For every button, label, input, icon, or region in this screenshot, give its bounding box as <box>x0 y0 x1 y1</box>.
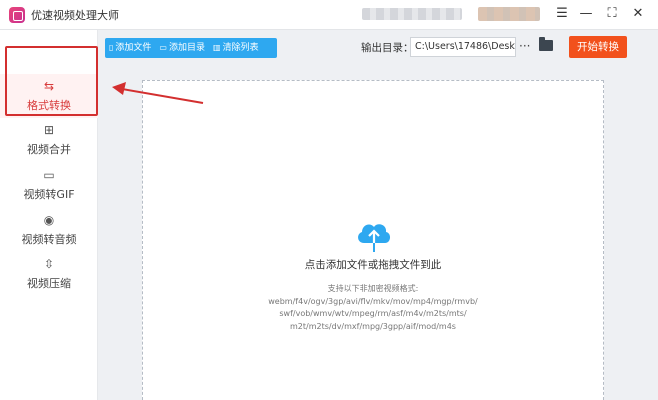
folder-add-icon: ▭ <box>159 43 167 52</box>
add-folder-label: 添加目录 <box>168 43 205 53</box>
file-drop-zone[interactable]: 点击添加文件或拖拽文件到此 支持以下非加密视频格式: webm/f4v/ogv/… <box>142 80 604 400</box>
blurred-user-avatar <box>478 7 540 21</box>
compress-icon: ⇳ <box>43 257 55 271</box>
app-title: 优速视频处理大师 <box>31 9 119 22</box>
clear-list-button[interactable]: ▥ 清除列表 <box>209 38 263 58</box>
drop-hint-text: 点击添加文件或拖拽文件到此 <box>304 259 442 271</box>
add-file-label: 添加文件 <box>115 43 152 53</box>
sidebar-item-video-to-gif[interactable]: ▭ 视频转GIF <box>0 167 98 211</box>
maximize-icon[interactable]: ⛶ <box>601 4 623 24</box>
close-icon[interactable]: ✕ <box>627 4 649 24</box>
sidebar-item-label: 视频转音频 <box>21 233 77 246</box>
gif-icon: ▭ <box>43 168 55 182</box>
app-logo-icon <box>9 7 25 23</box>
sidebar-item-video-to-audio[interactable]: ◉ 视频转音频 <box>0 212 98 256</box>
sidebar-item-label: 视频压缩 <box>27 277 71 290</box>
start-convert-button[interactable]: 开始转换 <box>569 36 627 58</box>
add-folder-button[interactable]: ▭ 添加目录 <box>155 38 209 58</box>
formats-line: m2t/m2ts/dv/mxf/mpg/3gpp/aif/mod/m4s <box>290 321 456 331</box>
file-icon: ▯ <box>109 43 114 52</box>
add-file-button[interactable]: ▯ 添加文件 <box>105 38 155 58</box>
supported-formats: 支持以下非加密视频格式: webm/f4v/ogv/3gp/avi/flv/mk… <box>143 283 603 333</box>
format-convert-icon: ⇆ <box>43 79 55 93</box>
sidebar-item-label: 格式转换 <box>27 99 71 112</box>
output-path-field[interactable]: C:\Users\17486\Deskto <box>410 37 516 57</box>
file-toolbar: ▯ 添加文件 ▭ 添加目录 ▥ 清除列表 <box>105 38 277 58</box>
minimize-icon[interactable]: — <box>575 4 597 24</box>
sidebar: ⇆ 格式转换 ⊞ 视频合并 ▭ 视频转GIF ◉ 视频转音频 ⇳ 视频压缩 <box>0 30 98 400</box>
open-folder-icon[interactable] <box>539 37 553 51</box>
blurred-account-info <box>362 8 462 20</box>
cloud-upload-icon <box>358 224 391 252</box>
merge-icon: ⊞ <box>43 123 55 137</box>
formats-line: swf/vob/wmv/wtv/mpeg/rm/asf/m4v/m2ts/mts… <box>279 309 467 318</box>
sidebar-item-label: 视频合并 <box>27 143 71 156</box>
formats-title: 支持以下非加密视频格式: <box>327 284 419 293</box>
formats-line: webm/f4v/ogv/3gp/avi/flv/mkv/mov/mp4/mgp… <box>268 296 478 306</box>
sidebar-item-format-convert[interactable]: ⇆ 格式转换 <box>0 74 98 118</box>
sidebar-item-label: 视频转GIF <box>23 188 75 201</box>
clear-list-label: 清除列表 <box>222 43 259 53</box>
more-options-button[interactable]: ··· <box>519 38 530 54</box>
menu-icon[interactable]: ☰ <box>551 4 573 24</box>
output-directory-label: 输出目录： <box>361 42 414 54</box>
audio-icon: ◉ <box>43 213 55 227</box>
sidebar-item-video-compress[interactable]: ⇳ 视频压缩 <box>0 256 98 300</box>
title-bar: 优速视频处理大师 ☰ — ⛶ ✕ <box>0 0 658 30</box>
trash-icon: ▥ <box>213 43 221 52</box>
sidebar-item-video-merge[interactable]: ⊞ 视频合并 <box>0 122 98 166</box>
